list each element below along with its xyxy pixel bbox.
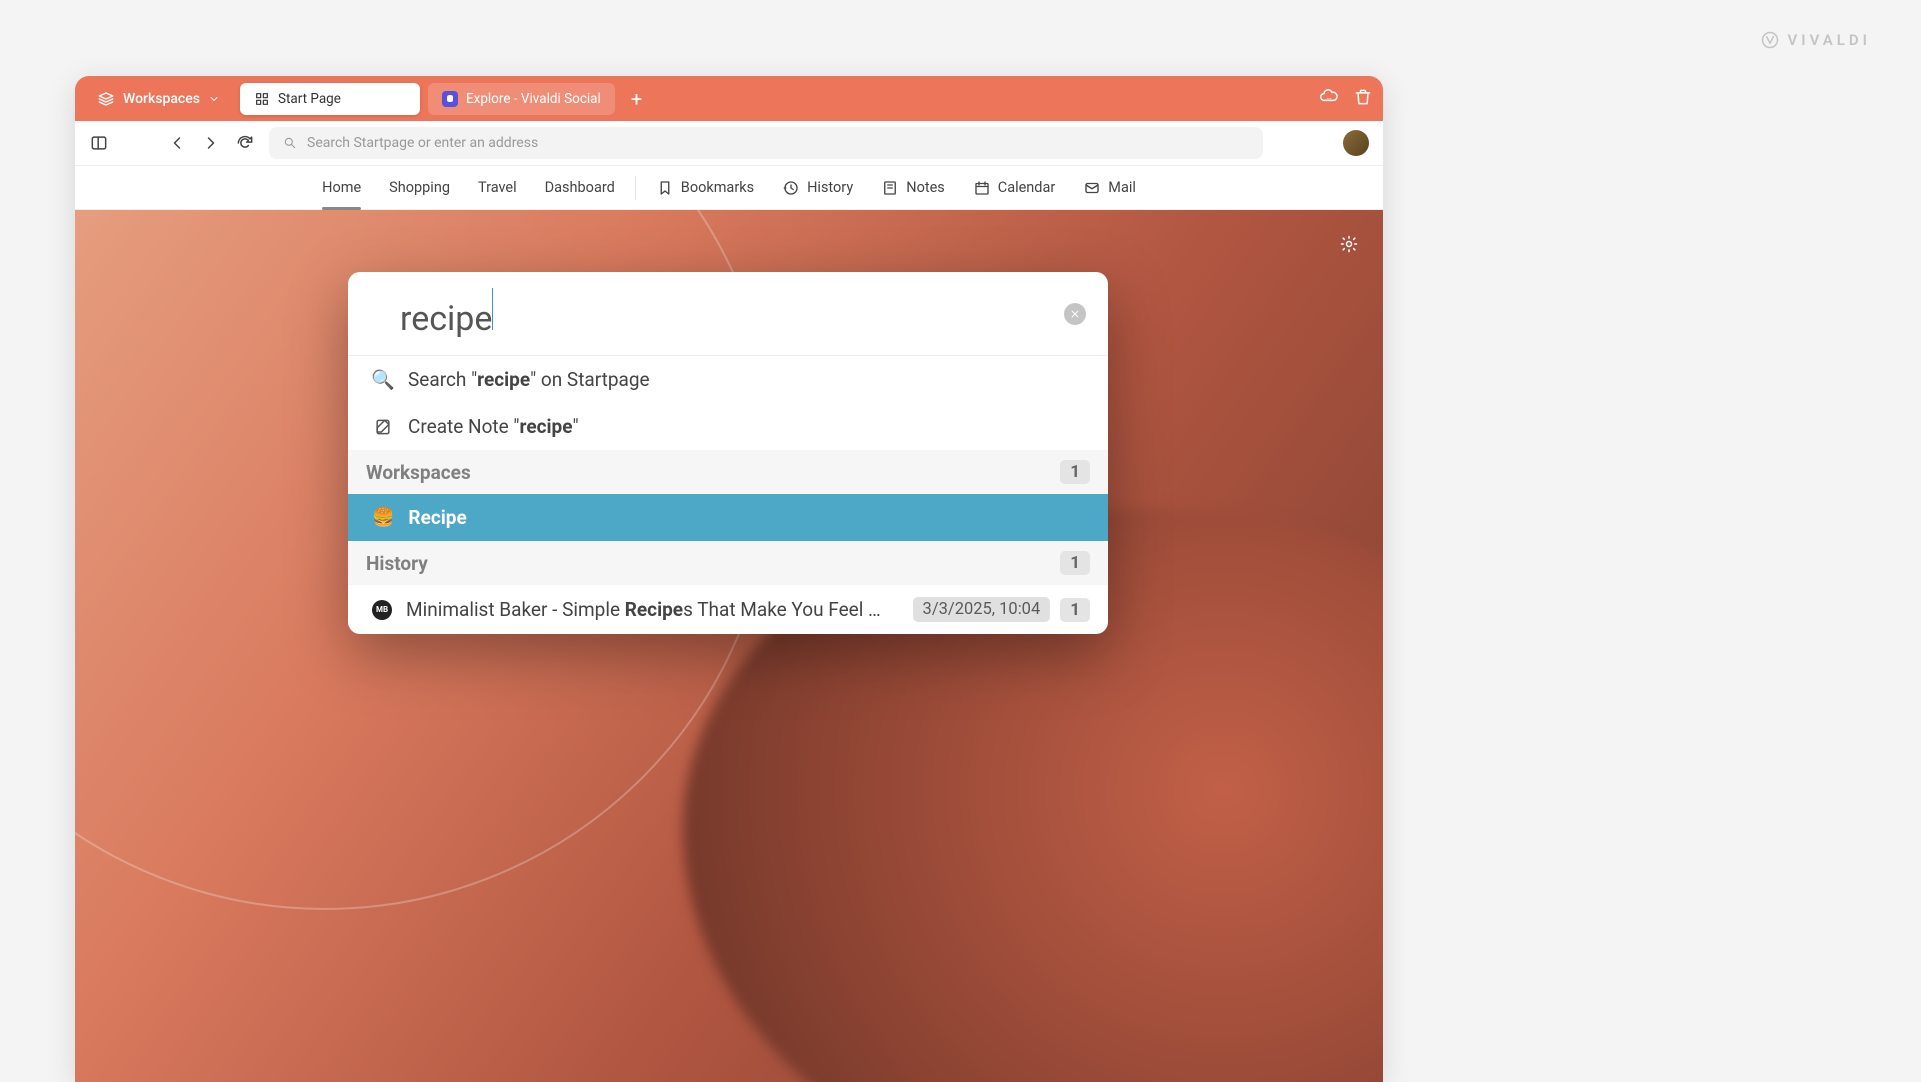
- search-input[interactable]: recipe: [400, 288, 1064, 339]
- search-icon: [283, 136, 297, 150]
- nav-calendar[interactable]: Calendar: [959, 166, 1070, 209]
- calendar-icon: [973, 179, 991, 197]
- create-note-suggestion[interactable]: Create Note "recipe": [348, 403, 1108, 450]
- tab-label: Explore - Vivaldi Social: [466, 91, 601, 107]
- nav-mail[interactable]: Mail: [1069, 166, 1150, 209]
- nav-home[interactable]: Home: [308, 166, 375, 209]
- profile-avatar[interactable]: [1343, 130, 1369, 156]
- notes-icon: [881, 179, 899, 197]
- search-icon: 🔍: [372, 369, 394, 391]
- note-icon: [372, 416, 394, 438]
- count-badge: 1: [1060, 460, 1090, 484]
- search-suggestion[interactable]: 🔍 Search "recipe" on Startpage: [348, 356, 1108, 403]
- vivaldi-logo: VIVALDI: [1760, 30, 1871, 50]
- text-cursor: [492, 288, 493, 330]
- tab-start-page[interactable]: Start Page: [240, 83, 420, 115]
- quick-command-panel: recipe 🔍 Search "recipe" on Startpage Cr…: [348, 272, 1108, 634]
- nav-separator: [635, 176, 636, 200]
- count-badge: 1: [1060, 551, 1090, 575]
- forward-button[interactable]: [201, 133, 221, 153]
- browser-window: Workspaces Start Page Explore - Vivaldi …: [75, 76, 1383, 1082]
- address-bar[interactable]: Search Startpage or enter an address: [269, 127, 1263, 159]
- panel-toggle-icon[interactable]: [89, 133, 109, 153]
- clear-button[interactable]: [1064, 303, 1086, 325]
- back-button[interactable]: [167, 133, 187, 153]
- burger-icon: 🍔: [372, 507, 394, 528]
- workspaces-label: Workspaces: [123, 91, 200, 107]
- section-header-history: History 1: [348, 541, 1108, 585]
- brand-text: VIVALDI: [1788, 31, 1871, 49]
- history-result[interactable]: MB Minimalist Baker - Simple Recipes Tha…: [348, 585, 1108, 634]
- tab-label: Start Page: [278, 91, 341, 107]
- toolbar: Search Startpage or enter an address: [75, 121, 1383, 166]
- nav-shopping[interactable]: Shopping: [375, 166, 464, 209]
- start-page-content: recipe 🔍 Search "recipe" on Startpage Cr…: [75, 210, 1383, 1082]
- chevron-down-icon: [208, 93, 220, 105]
- nav-travel[interactable]: Travel: [464, 166, 531, 209]
- nav-bookmarks[interactable]: Bookmarks: [642, 166, 768, 209]
- sync-cloud-icon[interactable]: [1319, 87, 1339, 111]
- bookmark-icon: [656, 179, 674, 197]
- suggestion-text: Create Note "recipe": [408, 415, 579, 438]
- trash-icon[interactable]: [1353, 87, 1373, 111]
- history-icon: [782, 179, 800, 197]
- result-label: Recipe: [408, 506, 466, 529]
- address-placeholder: Search Startpage or enter an address: [307, 135, 538, 151]
- mail-icon: [1083, 179, 1101, 197]
- workspace-result-recipe[interactable]: 🍔 Recipe: [348, 494, 1108, 541]
- mastodon-icon: [442, 91, 458, 107]
- count-badge: 1: [1060, 598, 1090, 622]
- tab-explore-vivaldi-social[interactable]: Explore - Vivaldi Social: [428, 83, 615, 115]
- history-date: 3/3/2025, 10:04: [913, 597, 1051, 622]
- favicon-icon: MB: [372, 600, 392, 620]
- history-title: Minimalist Baker - Simple Recipes That M…: [406, 598, 899, 621]
- workspaces-button[interactable]: Workspaces: [85, 84, 232, 114]
- nav-notes[interactable]: Notes: [867, 166, 959, 209]
- nav-strip: Home Shopping Travel Dashboard Bookmarks…: [75, 166, 1383, 210]
- suggestion-text: Search "recipe" on Startpage: [408, 368, 650, 391]
- reload-button[interactable]: [235, 133, 255, 153]
- new-tab-button[interactable]: +: [623, 85, 650, 113]
- grid-icon: [254, 91, 270, 107]
- section-header-workspaces: Workspaces 1: [348, 450, 1108, 494]
- settings-button[interactable]: [1339, 234, 1359, 258]
- nav-history[interactable]: History: [768, 166, 867, 209]
- nav-dashboard[interactable]: Dashboard: [531, 166, 629, 209]
- tab-bar: Workspaces Start Page Explore - Vivaldi …: [75, 76, 1383, 121]
